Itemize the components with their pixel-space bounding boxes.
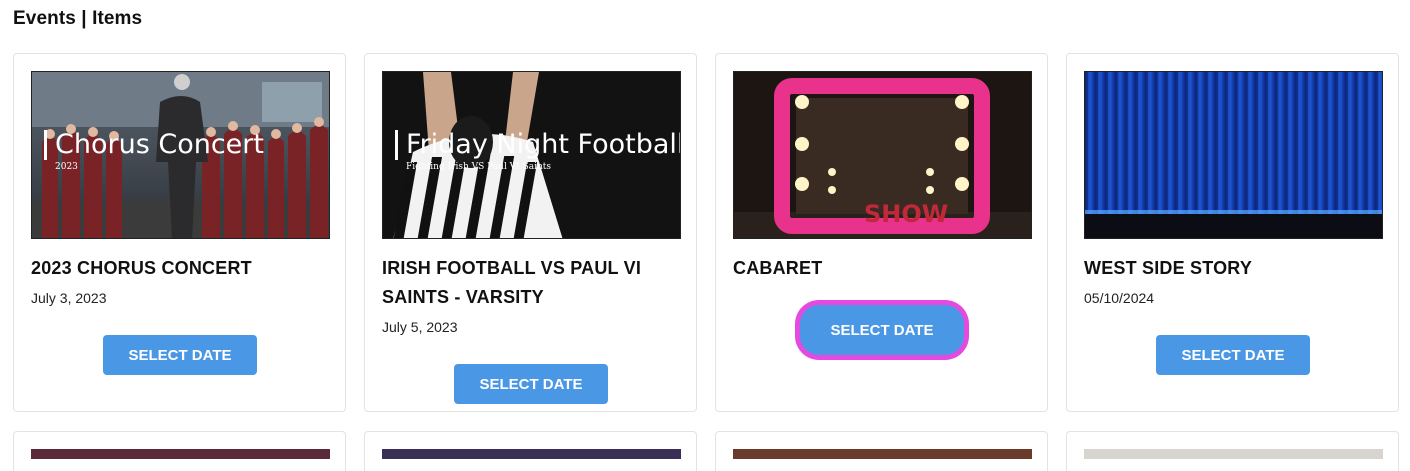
- event-title[interactable]: CABARET: [733, 254, 1033, 283]
- event-image[interactable]: [733, 449, 1032, 459]
- event-image-west-side-story[interactable]: [1084, 71, 1383, 239]
- cabaret-mirror-photo: SHOW: [734, 72, 1031, 238]
- cabaret-sign-text: SHOW: [864, 200, 948, 228]
- event-title[interactable]: WEST SIDE STORY: [1084, 254, 1384, 283]
- event-date: 05/10/2024: [1084, 290, 1155, 306]
- select-date-button[interactable]: SELECT DATE: [103, 335, 257, 375]
- image-overlay-title: Friday Night Football: [395, 130, 680, 160]
- event-card-west-side-story[interactable]: WEST SIDE STORY 05/10/2024 SELECT DATE: [1066, 53, 1399, 412]
- event-card-next-row[interactable]: [13, 431, 346, 471]
- image-overlay-title: Chorus Concert: [44, 130, 264, 160]
- event-card-next-row[interactable]: [364, 431, 697, 471]
- event-image-cabaret[interactable]: SHOW: [733, 71, 1032, 239]
- event-card-irish-football[interactable]: Friday Night Football Fighting Irish VS …: [364, 53, 697, 412]
- image-overlay-subtitle: 2023: [55, 162, 78, 172]
- event-date: July 3, 2023: [31, 290, 107, 306]
- event-card-cabaret[interactable]: SHOW CABARET SELECT DATE: [715, 53, 1048, 412]
- event-image-friday-night-football[interactable]: Friday Night Football Fighting Irish VS …: [382, 71, 681, 239]
- event-image-chorus-concert[interactable]: Chorus Concert 2023: [31, 71, 330, 239]
- event-title[interactable]: 2023 CHORUS CONCERT: [31, 254, 331, 283]
- select-date-button[interactable]: SELECT DATE: [454, 364, 608, 404]
- event-card-next-row[interactable]: [715, 431, 1048, 471]
- event-title[interactable]: IRISH FOOTBALL VS PAUL VI SAINTS - VARSI…: [382, 254, 682, 312]
- event-card-chorus-concert[interactable]: Chorus Concert 2023 2023 CHORUS CONCERT …: [13, 53, 346, 412]
- event-image[interactable]: [1084, 449, 1383, 459]
- select-date-button[interactable]: SELECT DATE: [1156, 335, 1310, 375]
- event-image[interactable]: [382, 449, 681, 459]
- page-title: Events | Items: [13, 8, 143, 29]
- event-image[interactable]: [31, 449, 330, 459]
- blue-curtain-photo: [1085, 72, 1382, 238]
- event-date: July 5, 2023: [382, 319, 458, 335]
- select-date-button[interactable]: SELECT DATE: [805, 310, 959, 350]
- image-overlay-subtitle: Fighting Irish VS Paul VI Saints: [406, 162, 552, 172]
- event-card-next-row[interactable]: [1066, 431, 1399, 471]
